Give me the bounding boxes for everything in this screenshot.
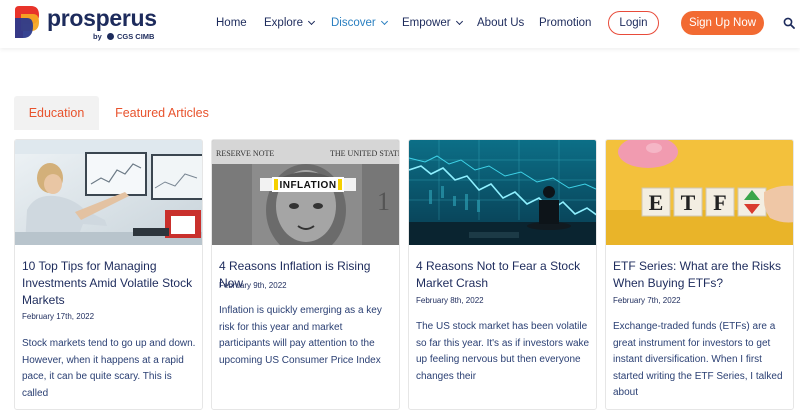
article-image-market-crash[interactable] (409, 140, 596, 245)
site-header: prosperus by CGS CIMB Home Explore Disco… (0, 0, 800, 48)
chevron-down-icon (380, 17, 388, 26)
article-card[interactable]: 10 Top Tips for Managing Investments Ami… (14, 139, 203, 410)
inflation-caption: INFLATION (279, 180, 336, 191)
tab-education[interactable]: Education (14, 96, 99, 130)
article-title[interactable]: 4 Reasons Not to Fear a Stock Market Cra… (416, 258, 591, 292)
login-button[interactable]: Login (608, 11, 659, 35)
etf-block-f: F (713, 190, 726, 215)
chevron-down-icon (455, 17, 463, 26)
article-card[interactable]: E T F ETF Series: What are the Risks Whe… (605, 139, 794, 410)
article-card[interactable]: RESERVE NOTE THE UNITED STATES INFLATION… (211, 139, 400, 410)
article-image-etf[interactable]: E T F (606, 140, 793, 245)
bill-text-right: THE UNITED STATES (330, 149, 400, 158)
article-image-inflation[interactable]: RESERVE NOTE THE UNITED STATES INFLATION… (212, 140, 400, 245)
prosperus-logo-mark-icon (15, 6, 39, 38)
article-excerpt: The US stock market has been volatile so… (416, 321, 590, 382)
cgs-cimb-icon (106, 33, 114, 40)
article-title[interactable]: 10 Top Tips for Managing Investments Ami… (22, 258, 197, 309)
etf-block-e: E (649, 190, 664, 215)
tab-featured-articles[interactable]: Featured Articles (108, 96, 216, 130)
sign-up-button[interactable]: Sign Up Now (681, 11, 764, 35)
article-image-trader[interactable] (15, 140, 202, 245)
article-card[interactable]: 4 Reasons Not to Fear a Stock Market Cra… (408, 139, 597, 410)
article-excerpt: Inflation is quickly emerging as a key r… (219, 305, 382, 366)
brand-partner: CGS CIMB (116, 32, 155, 41)
svg-text:1: 1 (377, 187, 390, 216)
article-date: February 8th, 2022 (416, 296, 484, 305)
article-title[interactable]: ETF Series: What are the Risks When Buyi… (613, 258, 788, 292)
article-date: February 7th, 2022 (613, 296, 681, 305)
article-date: February 17th, 2022 (22, 312, 95, 321)
article-date: February 9th, 2022 (219, 281, 287, 290)
etf-block-t: T (681, 190, 696, 215)
nav-about-us[interactable]: About Us (477, 17, 524, 29)
nav-discover-label: Discover (331, 17, 376, 29)
nav-empower[interactable]: Empower (402, 17, 463, 29)
nav-promotion[interactable]: Promotion (539, 17, 591, 29)
nav-explore[interactable]: Explore (264, 17, 316, 29)
prosperus-logo[interactable]: prosperus by CGS CIMB (13, 4, 163, 44)
search-icon[interactable] (783, 17, 795, 29)
nav-explore-label: Explore (264, 17, 303, 29)
brand-by: by (93, 32, 102, 41)
bill-text-left: RESERVE NOTE (216, 149, 274, 158)
article-excerpt: Exchange-traded funds (ETFs) are a great… (613, 321, 783, 398)
article-excerpt: Stock markets tend to go up and down. Ho… (22, 338, 196, 399)
chevron-down-icon (307, 17, 316, 26)
nav-home[interactable]: Home (216, 17, 247, 29)
nav-empower-label: Empower (402, 17, 451, 29)
brand-name: prosperus (47, 5, 157, 31)
nav-discover[interactable]: Discover (331, 17, 388, 29)
brand-byline: by CGS CIMB (93, 32, 154, 41)
